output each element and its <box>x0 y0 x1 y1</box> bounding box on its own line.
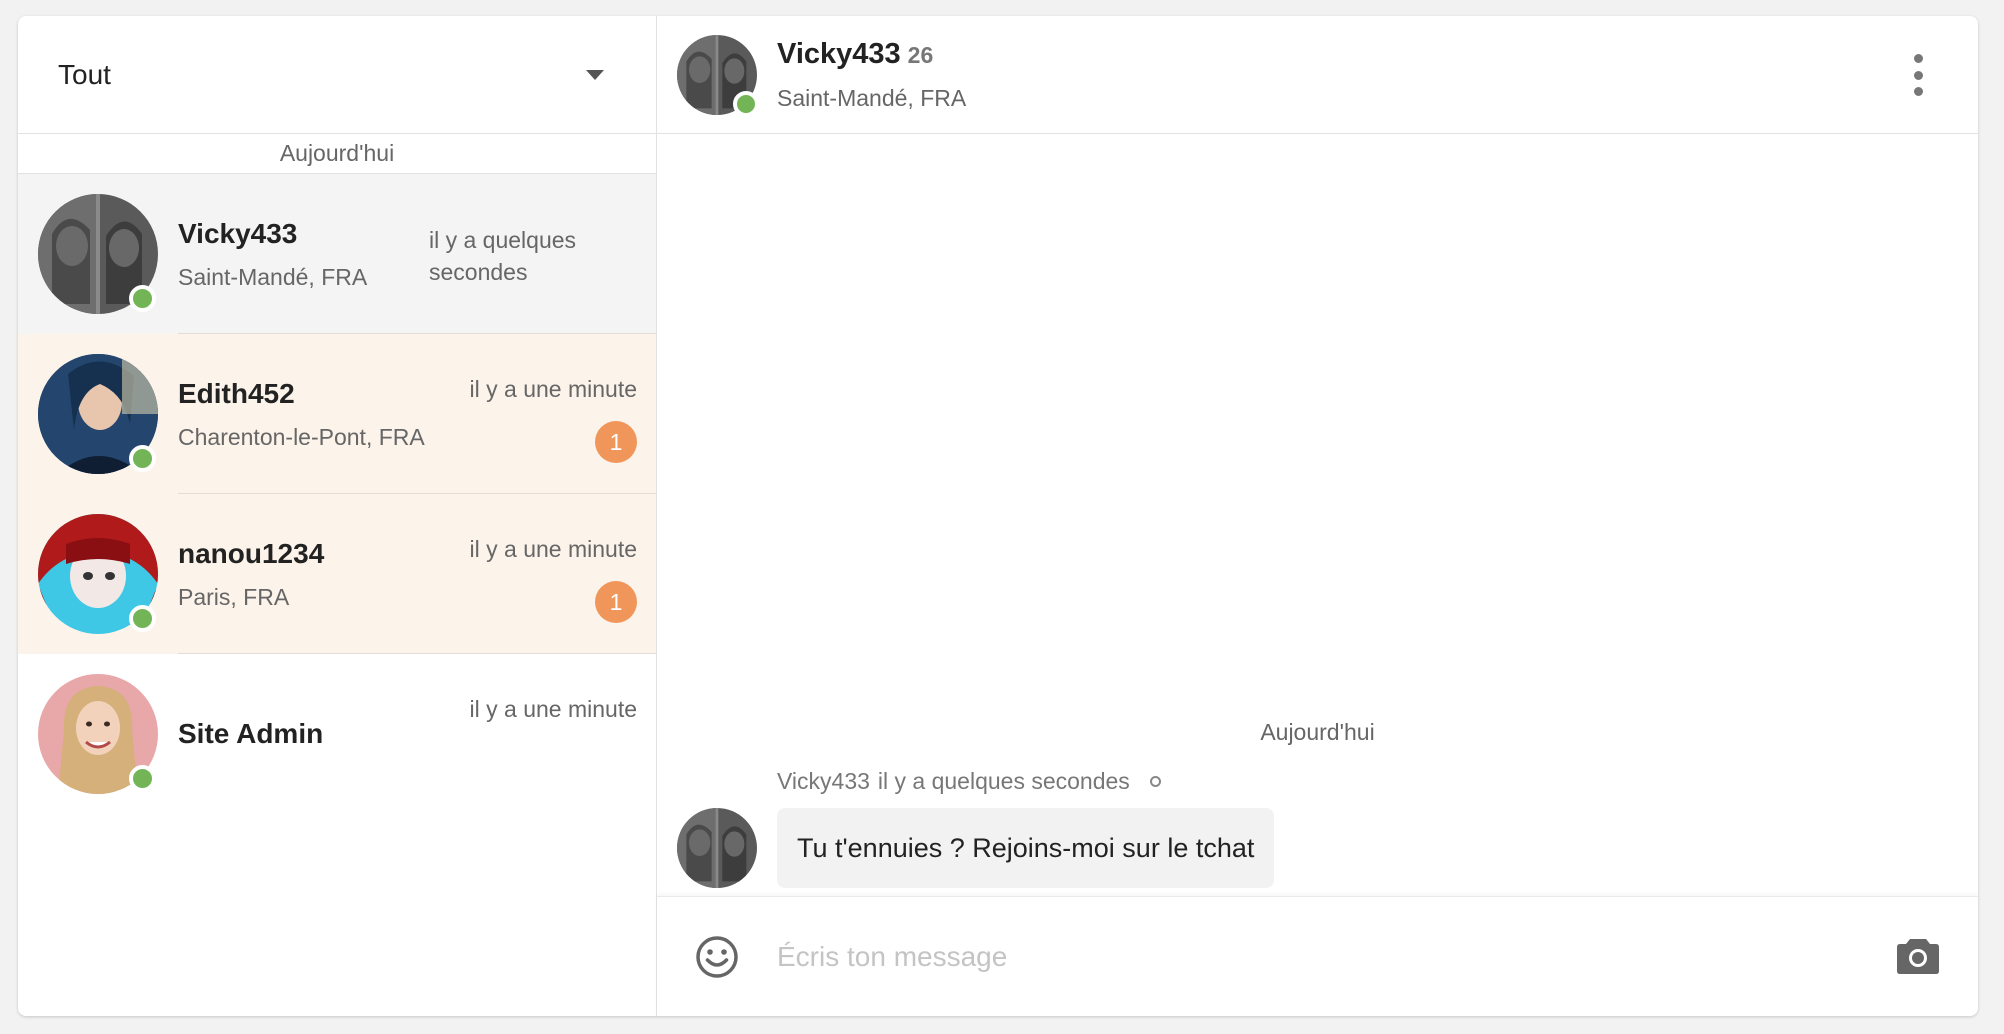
unread-count-badge: 1 <box>595 421 637 463</box>
message-bubble: Tu t'ennuies ? Rejoins-moi sur le tchat <box>777 808 1275 888</box>
filter-dropdown[interactable]: Tout <box>18 16 656 134</box>
conversation-text: Site Admin il y a une minute <box>178 654 656 814</box>
chat-contact-name[interactable]: Vicky433 <box>777 38 901 71</box>
conversation-item-edith452[interactable]: Edith452 Charenton-le-Pont, FRA il y a u… <box>18 334 656 494</box>
avatar <box>38 674 158 794</box>
kebab-dot <box>1913 87 1923 96</box>
chat-contact-location: Saint-Mandé, FRA <box>777 84 967 111</box>
online-status-icon <box>129 605 156 632</box>
online-status-icon <box>129 445 156 472</box>
online-status-icon <box>733 90 759 117</box>
conversation-item-vicky433[interactable]: Vicky433 Saint-Mandé, FRA il y a quelque… <box>18 174 656 334</box>
conversation-item-nanou1234[interactable]: nanou1234 Paris, FRA il y a une minute 1 <box>18 494 656 654</box>
conversation-time: il y a une minute <box>469 536 637 562</box>
message-composer <box>657 896 1978 1016</box>
chat-app: Tout Aujourd'hui Vicky433 Saint-Mandé, F… <box>18 16 1978 1016</box>
online-status-icon <box>129 285 156 312</box>
chevron-down-icon <box>586 69 604 80</box>
unread-count-badge: 1 <box>595 581 637 623</box>
kebab-dot <box>1913 70 1923 80</box>
conversation-text: Vicky433 Saint-Mandé, FRA il y a quelque… <box>178 174 656 334</box>
message-status-icon <box>1149 776 1161 787</box>
chat-contact-age: 26 <box>907 41 934 68</box>
conversation-panel: Tout Aujourd'hui Vicky433 Saint-Mandé, F… <box>18 16 657 1016</box>
conversation-location: Paris, FRA <box>178 583 290 610</box>
kebab-dot <box>1913 54 1923 63</box>
avatar <box>38 514 158 634</box>
message-sender: Vicky433 <box>777 768 870 794</box>
chat-avatar[interactable] <box>677 34 759 117</box>
message-time: il y a quelques secondes <box>877 768 1130 794</box>
filter-label: Tout <box>58 58 111 90</box>
kebab-menu-icon[interactable] <box>1910 54 1926 96</box>
chat-contact-info: Vicky433 26 Saint-Mandé, FRA <box>777 38 966 112</box>
online-status-icon <box>129 765 156 792</box>
smiley-icon[interactable] <box>695 935 739 979</box>
day-separator: Aujourd'hui <box>18 134 656 174</box>
conversation-time: il y a quelques secondes <box>429 227 577 285</box>
message-day-separator: Aujourd'hui <box>1260 719 1375 745</box>
camera-icon[interactable] <box>1896 935 1940 975</box>
message-avatar[interactable] <box>677 808 757 888</box>
conversation-time: il y a une minute <box>469 696 637 722</box>
conversation-location: Charenton-le-Pont, FRA <box>178 423 425 450</box>
chat-name-line: Vicky433 26 <box>777 38 966 71</box>
chat-panel: Vicky433 26 Saint-Mandé, FRA Aujourd'hui… <box>657 16 1978 1016</box>
chat-header: Vicky433 26 Saint-Mandé, FRA <box>657 16 1978 134</box>
message-input[interactable] <box>777 927 1827 987</box>
conversation-item-site-admin[interactable]: Site Admin il y a une minute <box>18 654 656 814</box>
conversation-text: nanou1234 Paris, FRA il y a une minute 1 <box>178 494 656 654</box>
avatar <box>38 194 158 314</box>
message-list[interactable]: Aujourd'hui Vicky433 il y a quelques sec… <box>657 134 1978 896</box>
conversation-time: il y a une minute <box>469 376 637 402</box>
message-meta: Vicky433 il y a quelques secondes <box>777 768 1161 795</box>
conversation-text: Edith452 Charenton-le-Pont, FRA il y a u… <box>178 334 656 494</box>
avatar <box>38 354 158 474</box>
